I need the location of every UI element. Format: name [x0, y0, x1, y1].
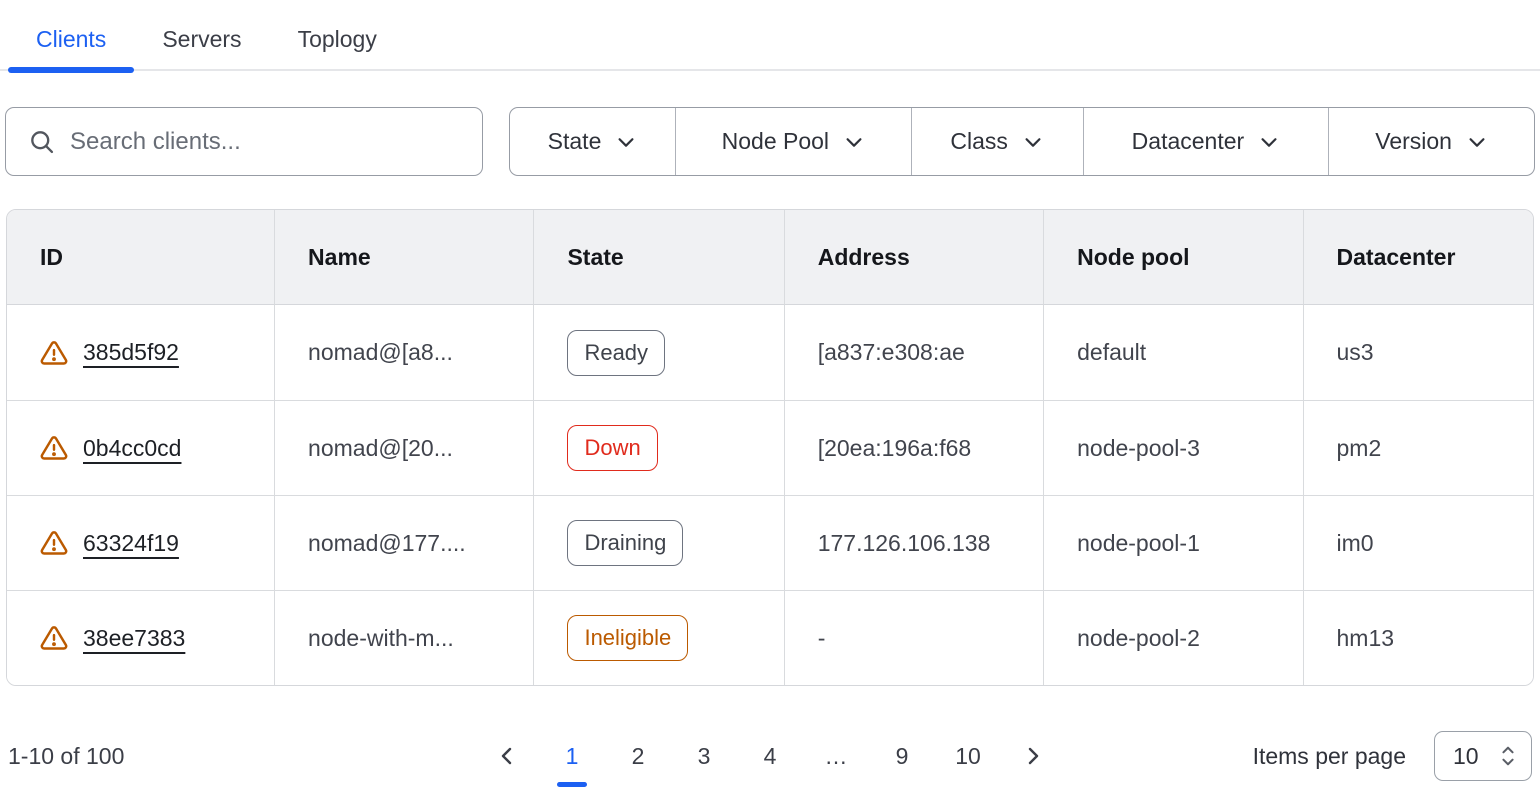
- page-button-9[interactable]: 9: [889, 743, 915, 770]
- client-datacenter: pm2: [1303, 400, 1533, 495]
- column-header-id: ID: [7, 210, 274, 305]
- chevron-left-icon[interactable]: [495, 744, 519, 768]
- client-datacenter: im0: [1303, 495, 1533, 590]
- client-node-pool: default: [1043, 305, 1302, 400]
- client-id-link[interactable]: 38ee7383: [83, 625, 185, 652]
- client-node-pool: node-pool-2: [1043, 590, 1302, 685]
- client-address: [20ea:196a:f68: [784, 400, 1043, 495]
- client-datacenter: us3: [1303, 305, 1533, 400]
- client-address: -: [784, 590, 1043, 685]
- pagination-range: 1-10 of 100: [8, 743, 495, 770]
- client-id-link[interactable]: 385d5f92: [83, 339, 179, 366]
- chevron-down-icon: [615, 131, 637, 153]
- column-header-node-pool: Node pool: [1043, 210, 1302, 305]
- filter-class-label: Class: [950, 128, 1008, 155]
- client-name: nomad@177....: [274, 495, 533, 590]
- tab-bar: Clients Servers Toplogy: [0, 14, 1540, 71]
- table-row: 63324f19 nomad@177.... Draining 177.126.…: [7, 495, 1533, 590]
- client-name: nomad@[20...: [274, 400, 533, 495]
- filter-state[interactable]: State: [510, 108, 675, 175]
- filter-version[interactable]: Version: [1328, 108, 1534, 175]
- items-per-page: Items per page 10: [1045, 731, 1532, 781]
- table-header-row: ID Name State Address Node pool Datacent…: [7, 210, 1533, 305]
- client-node-pool: node-pool-1: [1043, 495, 1302, 590]
- page-button-3[interactable]: 3: [691, 743, 717, 770]
- items-per-page-label: Items per page: [1253, 743, 1406, 770]
- filter-datacenter-label: Datacenter: [1132, 128, 1245, 155]
- pager: 1 2 3 4 … 9 10: [495, 743, 1045, 770]
- filter-group: State Node Pool Class Datacenter Version: [509, 107, 1535, 176]
- clients-table: ID Name State Address Node pool Datacent…: [6, 209, 1534, 686]
- chevron-right-icon[interactable]: [1021, 744, 1045, 768]
- page-button-1[interactable]: 1: [559, 743, 585, 770]
- warning-triangle-icon: [40, 434, 68, 462]
- client-id-link[interactable]: 63324f19: [83, 530, 179, 557]
- search-icon: [28, 128, 56, 156]
- client-datacenter: hm13: [1303, 590, 1533, 685]
- warning-triangle-icon: [40, 529, 68, 557]
- search-input[interactable]: [70, 128, 464, 156]
- page-ellipsis: …: [823, 743, 849, 770]
- state-badge: Draining: [567, 520, 683, 566]
- page-button-10[interactable]: 10: [955, 743, 981, 770]
- filter-class[interactable]: Class: [911, 108, 1083, 175]
- tab-servers[interactable]: Servers: [134, 14, 269, 69]
- warning-triangle-icon: [40, 624, 68, 652]
- toolbar: State Node Pool Class Datacenter Version: [5, 107, 1535, 176]
- client-name: nomad@[a8...: [274, 305, 533, 400]
- chevron-down-icon: [1466, 131, 1488, 153]
- filter-datacenter[interactable]: Datacenter: [1083, 108, 1329, 175]
- column-header-state: State: [533, 210, 783, 305]
- page-button-4[interactable]: 4: [757, 743, 783, 770]
- filter-version-label: Version: [1375, 128, 1452, 155]
- tab-topology[interactable]: Toplogy: [270, 14, 405, 69]
- client-name: node-with-m...: [274, 590, 533, 685]
- items-per-page-value: 10: [1453, 743, 1479, 770]
- warning-triangle-icon: [40, 339, 68, 367]
- state-badge: Ineligible: [567, 615, 688, 661]
- table-row: 385d5f92 nomad@[a8... Ready [a837:e308:a…: [7, 305, 1533, 400]
- page-button-2[interactable]: 2: [625, 743, 651, 770]
- client-address: 177.126.106.138: [784, 495, 1043, 590]
- items-per-page-select[interactable]: 10: [1434, 731, 1532, 781]
- filter-node-pool[interactable]: Node Pool: [675, 108, 911, 175]
- state-badge: Ready: [567, 330, 665, 376]
- column-header-address: Address: [784, 210, 1043, 305]
- tab-clients[interactable]: Clients: [8, 14, 134, 69]
- table-row: 0b4cc0cd nomad@[20... Down [20ea:196a:f6…: [7, 400, 1533, 495]
- state-badge: Down: [567, 425, 657, 471]
- filter-state-label: State: [548, 128, 602, 155]
- filter-node-pool-label: Node Pool: [722, 128, 829, 155]
- pagination-bar: 1-10 of 100 1 2 3 4 … 9 10 Items per pag…: [8, 731, 1532, 781]
- table-row: 38ee7383 node-with-m... Ineligible - nod…: [7, 590, 1533, 685]
- chevron-down-icon: [1258, 131, 1280, 153]
- chevron-down-icon: [843, 131, 865, 153]
- column-header-name: Name: [274, 210, 533, 305]
- select-caret-icon: [1497, 743, 1519, 769]
- chevron-down-icon: [1022, 131, 1044, 153]
- client-address: [a837:e308:ae: [784, 305, 1043, 400]
- client-id-link[interactable]: 0b4cc0cd: [83, 435, 181, 462]
- column-header-datacenter: Datacenter: [1303, 210, 1533, 305]
- search-box[interactable]: [5, 107, 483, 176]
- client-node-pool: node-pool-3: [1043, 400, 1302, 495]
